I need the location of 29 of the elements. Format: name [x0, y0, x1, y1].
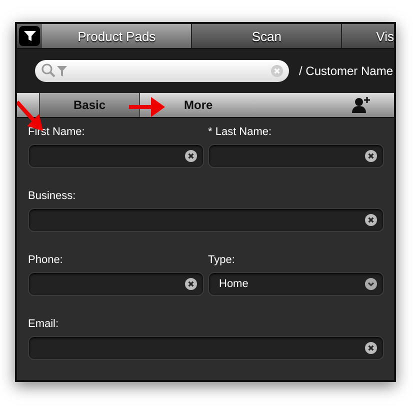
field-label: Email: [28, 318, 60, 330]
text-field[interactable] [208, 144, 384, 168]
search-field[interactable] [35, 60, 289, 82]
chevron-down-icon [365, 278, 377, 290]
add-person-icon [352, 96, 372, 114]
clear-icon[interactable] [365, 214, 377, 226]
field-label: Phone: [28, 254, 64, 266]
text-field[interactable] [28, 144, 204, 168]
tab[interactable]: Scan [192, 24, 342, 48]
filter-icon [22, 29, 37, 43]
tab[interactable]: Product Pads [42, 24, 192, 48]
filter-button[interactable] [19, 26, 40, 46]
clear-icon[interactable] [365, 150, 377, 162]
text-field[interactable] [28, 208, 384, 232]
clear-icon[interactable] [365, 342, 377, 354]
text-field[interactable] [28, 336, 384, 360]
tab[interactable]: Basic [40, 93, 140, 117]
text-field[interactable] [28, 272, 204, 296]
field-label: Business: [28, 190, 77, 202]
clear-icon[interactable] [185, 150, 197, 162]
search-scope-label: / Customer Name [299, 64, 394, 78]
field-label: * Last Name: [208, 126, 273, 138]
tab[interactable]: Vis [342, 24, 394, 48]
tab[interactable]: More [178, 93, 233, 117]
dropdown-value: Home [219, 278, 250, 290]
annotation-arrow [129, 96, 165, 118]
field-label: Type: [208, 254, 236, 266]
type-dropdown[interactable]: Home [208, 272, 384, 296]
clear-icon[interactable] [185, 278, 197, 290]
